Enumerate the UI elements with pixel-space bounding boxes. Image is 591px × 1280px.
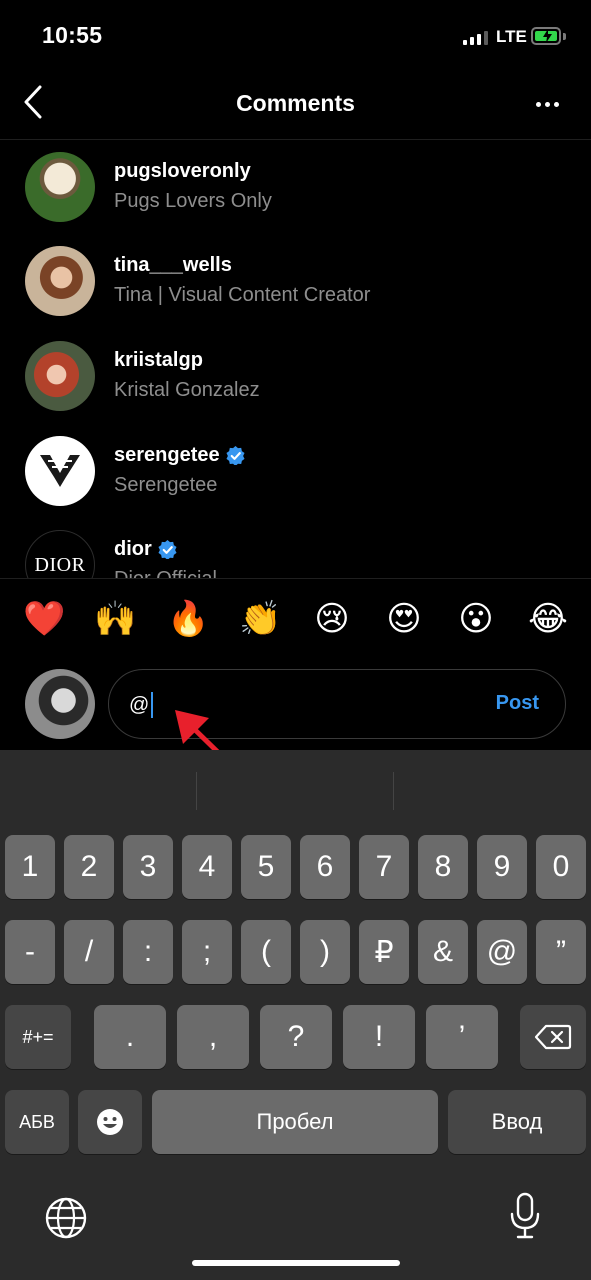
symbol-key-5[interactable]: ) — [300, 920, 350, 984]
globe-key[interactable] — [44, 1196, 88, 1240]
number-key-0[interactable]: 1 — [5, 835, 55, 899]
comments-header: Comments — [0, 70, 591, 140]
avatar — [25, 152, 95, 222]
suggestion-full-name: Tina | Visual Content Creator — [114, 284, 371, 306]
status-bar: 10:55 LTE — [0, 0, 591, 70]
text-caret — [151, 692, 154, 718]
more-horizontal-icon — [535, 101, 541, 107]
emoji-heart-eyes[interactable]: 😍 — [384, 599, 424, 639]
suggestion-username: tina___wells — [114, 254, 232, 276]
punctuation-key-4[interactable]: ’ — [426, 1005, 498, 1069]
emoji-raised-hands[interactable]: 🙌 — [94, 599, 136, 639]
globe-icon — [45, 1197, 87, 1239]
avatar: DIOR — [25, 530, 95, 578]
number-key-3[interactable]: 4 — [182, 835, 232, 899]
home-indicator — [192, 1260, 400, 1266]
symbols-toggle-key[interactable]: #+= — [5, 1005, 71, 1069]
symbol-key-3[interactable]: ; — [182, 920, 232, 984]
suggestion-username: kriistalgp — [114, 349, 203, 371]
number-key-5[interactable]: 6 — [300, 835, 350, 899]
suggestion-item-tina-wells[interactable]: tina___wells Tina | Visual Content Creat… — [0, 234, 591, 328]
suggestion-divider — [196, 772, 197, 810]
avatar — [25, 246, 95, 316]
post-button[interactable]: Post — [496, 692, 539, 715]
backspace-icon — [534, 1024, 572, 1050]
symbol-key-9[interactable]: ” — [536, 920, 586, 984]
punctuation-key-0[interactable]: . — [94, 1005, 166, 1069]
emoji-surprised[interactable]: 😮 — [456, 599, 496, 639]
symbol-key-0[interactable]: - — [5, 920, 55, 984]
dictation-key[interactable] — [508, 1192, 542, 1240]
symbol-key-1[interactable]: / — [64, 920, 114, 984]
dior-logo-text: DIOR — [34, 553, 86, 576]
symbol-key-2[interactable]: : — [123, 920, 173, 984]
number-key-1[interactable]: 2 — [64, 835, 114, 899]
punctuation-key-1[interactable]: , — [177, 1005, 249, 1069]
suggestion-item-pugsloveronly[interactable]: pugsloveronly Pugs Lovers Only — [0, 140, 591, 234]
suggestion-item-dior[interactable]: DIOR dior Dior Official — [0, 518, 591, 578]
number-key-7[interactable]: 8 — [418, 835, 468, 899]
emoji-heart[interactable]: ❤️ — [23, 599, 65, 639]
emoji-laughing[interactable]: 😂 — [528, 599, 568, 639]
symbol-key-4[interactable]: ( — [241, 920, 291, 984]
suggestion-item-serengetee[interactable]: serengetee Serengetee — [0, 424, 591, 518]
number-key-6[interactable]: 7 — [359, 835, 409, 899]
suggestion-username: dior — [114, 538, 152, 560]
suggestion-full-name: Serengetee — [114, 474, 218, 496]
suggestion-full-name: Dior Official — [114, 568, 217, 578]
current-user-avatar — [25, 669, 95, 739]
battery-charging-icon — [531, 27, 561, 45]
suggestion-full-name: Pugs Lovers Only — [114, 190, 272, 212]
page-title: Comments — [236, 90, 355, 116]
alphabet-toggle-key[interactable]: АБВ — [5, 1090, 69, 1154]
more-options-button[interactable] — [530, 94, 564, 114]
emoji-face-icon — [97, 1109, 123, 1135]
suggestion-username: pugsloveronly — [114, 160, 251, 182]
symbol-key-7[interactable]: & — [418, 920, 468, 984]
keyboard-suggestion-bar — [0, 750, 591, 830]
mention-suggestions-list: pugsloveronly Pugs Lovers Only tina___we… — [0, 140, 591, 578]
return-key[interactable]: Ввод — [448, 1090, 586, 1154]
punctuation-key-2[interactable]: ? — [260, 1005, 332, 1069]
punctuation-key-3[interactable]: ! — [343, 1005, 415, 1069]
emoji-crying[interactable]: 😢 — [312, 599, 352, 639]
number-key-8[interactable]: 9 — [477, 835, 527, 899]
emoji-clapping[interactable]: 👏 — [239, 599, 281, 639]
battery-tip — [563, 33, 566, 40]
microphone-icon — [510, 1192, 540, 1239]
comment-input-row: @ Post — [0, 662, 591, 750]
symbol-key-6[interactable]: ₽ — [359, 920, 409, 984]
network-type: LTE — [496, 27, 527, 46]
space-key[interactable]: Пробел — [152, 1090, 438, 1154]
avatar — [25, 341, 95, 411]
signal-bars-icon — [463, 30, 488, 45]
suggestion-item-kriistalgp[interactable]: kriistalgp Kristal Gonzalez — [0, 329, 591, 423]
suggestion-full-name: Kristal Gonzalez — [114, 379, 260, 401]
number-key-9[interactable]: 0 — [536, 835, 586, 899]
emoji-key[interactable] — [78, 1090, 142, 1154]
serengetee-logo-icon — [40, 455, 80, 487]
verified-badge-icon — [226, 446, 245, 465]
suggestion-divider — [393, 772, 394, 810]
delete-key[interactable] — [520, 1005, 586, 1069]
emoji-fire[interactable]: 🔥 — [167, 599, 209, 639]
avatar — [25, 436, 95, 506]
verified-badge-icon — [158, 540, 177, 559]
comment-input-value: @ — [129, 693, 150, 716]
status-time: 10:55 — [42, 22, 103, 48]
suggestion-username: serengetee — [114, 444, 220, 466]
emoji-quick-bar: ❤️ 🙌 🔥 👏 😢 😍 😮 😂 — [0, 578, 591, 662]
symbol-key-8[interactable]: @ — [477, 920, 527, 984]
number-key-2[interactable]: 3 — [123, 835, 173, 899]
number-key-4[interactable]: 5 — [241, 835, 291, 899]
